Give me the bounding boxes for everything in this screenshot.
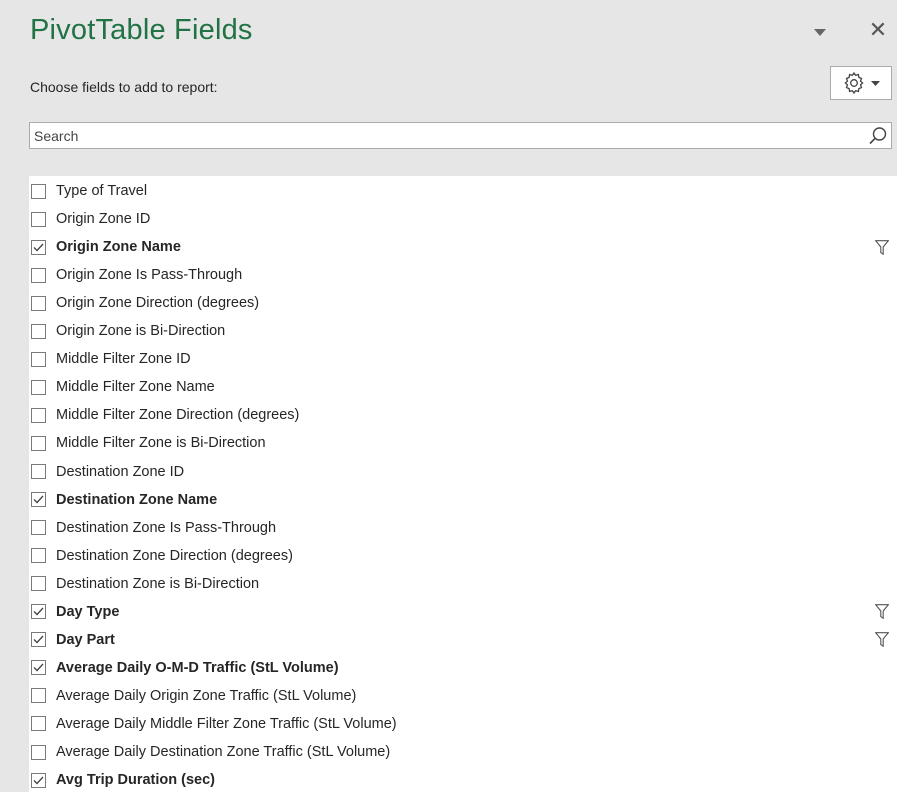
field-checkbox[interactable] bbox=[31, 660, 46, 676]
field-label: Origin Zone Direction (degrees) bbox=[56, 295, 260, 312]
field-checkbox[interactable] bbox=[31, 407, 46, 423]
field-checkbox[interactable] bbox=[31, 604, 46, 620]
field-row[interactable]: Middle Filter Zone ID bbox=[29, 345, 897, 373]
checkmark-icon bbox=[33, 776, 44, 784]
search-icon[interactable] bbox=[868, 126, 888, 146]
field-row[interactable]: Middle Filter Zone is Bi-Direction bbox=[29, 429, 897, 457]
field-row[interactable]: Origin Zone Name bbox=[29, 233, 897, 261]
field-row[interactable]: Avg Trip Duration (sec) bbox=[29, 766, 897, 792]
field-label: Day Type bbox=[56, 603, 120, 620]
field-label: Destination Zone is Bi-Direction bbox=[56, 575, 260, 592]
field-checkbox[interactable] bbox=[31, 716, 46, 732]
field-label: Destination Zone ID bbox=[56, 463, 185, 480]
field-label: Destination Zone Direction (degrees) bbox=[56, 547, 293, 564]
tools-button[interactable] bbox=[830, 66, 892, 100]
field-checkbox[interactable] bbox=[31, 464, 46, 479]
field-row[interactable]: Destination Zone Is Pass-Through bbox=[29, 514, 897, 542]
pane-title: PivotTable Fields bbox=[30, 14, 253, 46]
field-label: Middle Filter Zone Direction (degrees) bbox=[56, 407, 300, 424]
field-checkbox[interactable] bbox=[31, 351, 46, 367]
close-icon: ✕ bbox=[868, 17, 888, 42]
field-checkbox[interactable] bbox=[31, 492, 46, 508]
field-row[interactable]: Origin Zone Direction (degrees) bbox=[29, 289, 897, 317]
field-label: Type of Travel bbox=[56, 183, 148, 199]
field-checkbox[interactable] bbox=[31, 688, 46, 704]
field-checkbox[interactable] bbox=[31, 632, 46, 648]
field-label: Destination Zone Name bbox=[56, 491, 218, 508]
checkmark-icon bbox=[33, 635, 44, 644]
field-row[interactable]: Day Type bbox=[29, 598, 897, 626]
task-pane-options-button[interactable] bbox=[812, 25, 828, 39]
field-checkbox[interactable] bbox=[31, 211, 46, 227]
field-checkbox[interactable] bbox=[31, 435, 46, 451]
field-checkbox[interactable] bbox=[31, 183, 46, 199]
field-row[interactable]: Middle Filter Zone Direction (degrees) bbox=[29, 401, 897, 429]
checkmark-icon bbox=[33, 495, 44, 504]
field-row[interactable]: Average Daily O-M-D Traffic (StL Volume) bbox=[29, 654, 897, 682]
field-row[interactable]: Origin Zone Is Pass-Through bbox=[29, 261, 897, 289]
field-checkbox[interactable] bbox=[31, 576, 46, 592]
close-button[interactable]: ✕ bbox=[866, 16, 890, 44]
field-row[interactable]: Type of Travel bbox=[29, 177, 897, 205]
field-label: Middle Filter Zone is Bi-Direction bbox=[56, 435, 266, 452]
field-row[interactable]: Average Daily Middle Filter Zone Traffic… bbox=[29, 710, 897, 738]
field-checkbox[interactable] bbox=[31, 520, 46, 536]
field-row[interactable]: Destination Zone ID bbox=[29, 458, 897, 486]
checkmark-icon bbox=[33, 243, 44, 252]
field-label: Avg Trip Duration (sec) bbox=[56, 772, 215, 789]
filter-icon[interactable] bbox=[875, 632, 889, 648]
field-label: Average Daily O-M-D Traffic (StL Volume) bbox=[56, 659, 339, 676]
field-row[interactable]: Middle Filter Zone Name bbox=[29, 373, 897, 401]
field-row[interactable]: Day Part bbox=[29, 626, 897, 654]
field-row[interactable]: Origin Zone ID bbox=[29, 205, 897, 233]
field-label: Average Daily Middle Filter Zone Traffic… bbox=[56, 715, 397, 732]
checkmark-icon bbox=[33, 607, 44, 616]
checkmark-icon bbox=[33, 663, 44, 672]
field-row[interactable]: Origin Zone is Bi-Direction bbox=[29, 317, 897, 345]
gear-icon bbox=[843, 72, 864, 94]
field-row[interactable]: Destination Zone is Bi-Direction bbox=[29, 570, 897, 598]
field-label: Average Daily Destination Zone Traffic (… bbox=[56, 744, 391, 760]
search-box[interactable] bbox=[29, 122, 892, 149]
field-label: Destination Zone Is Pass-Through bbox=[56, 519, 277, 536]
field-label: Origin Zone Name bbox=[56, 239, 181, 256]
field-row[interactable]: Average Daily Origin Zone Traffic (StL V… bbox=[29, 682, 897, 710]
filter-icon[interactable] bbox=[875, 239, 889, 255]
field-label: Origin Zone is Bi-Direction bbox=[56, 323, 226, 340]
field-label: Middle Filter Zone Name bbox=[56, 379, 215, 396]
field-row[interactable]: Destination Zone Direction (degrees) bbox=[29, 542, 897, 570]
field-checkbox[interactable] bbox=[31, 323, 46, 339]
field-label: Day Part bbox=[56, 631, 115, 648]
field-row[interactable]: Destination Zone Name bbox=[29, 486, 897, 514]
field-label: Middle Filter Zone ID bbox=[56, 351, 191, 368]
field-list[interactable]: Type of Travel Origin Zone ID Origin Zone … bbox=[29, 176, 897, 792]
filter-icon[interactable] bbox=[875, 604, 889, 620]
field-label: Origin Zone Is Pass-Through bbox=[56, 267, 243, 284]
field-checkbox[interactable] bbox=[31, 548, 46, 564]
chevron-down-icon bbox=[870, 80, 880, 86]
field-label: Origin Zone ID bbox=[56, 211, 151, 228]
field-row[interactable]: Average Daily Destination Zone Traffic (… bbox=[29, 738, 897, 766]
field-label: Average Daily Origin Zone Traffic (StL V… bbox=[56, 687, 357, 704]
field-checkbox[interactable] bbox=[31, 772, 46, 788]
chevron-down-icon bbox=[814, 28, 826, 36]
field-checkbox[interactable] bbox=[31, 379, 46, 395]
field-checkbox[interactable] bbox=[31, 239, 46, 255]
search-input[interactable] bbox=[34, 126, 854, 146]
field-checkbox[interactable] bbox=[31, 295, 46, 311]
field-checkbox[interactable] bbox=[31, 267, 46, 283]
field-checkbox[interactable] bbox=[31, 744, 46, 760]
choose-fields-label: Choose fields to add to report: bbox=[30, 79, 218, 95]
